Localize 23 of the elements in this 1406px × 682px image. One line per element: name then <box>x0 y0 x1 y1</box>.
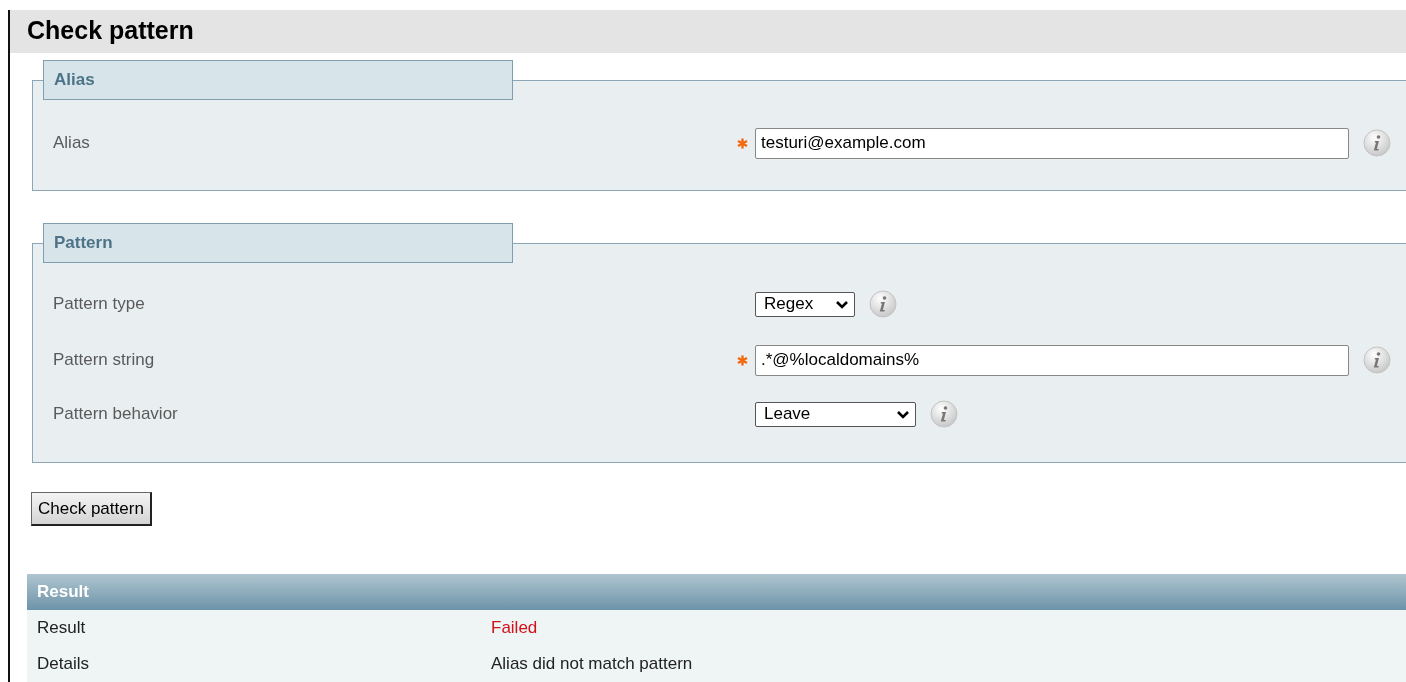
field-label: Alias <box>52 133 91 153</box>
row-value: Failed <box>491 618 538 638</box>
chevron-icon <box>835 299 849 309</box>
section-legend: Alias <box>43 60 513 100</box>
check-pattern-button[interactable]: Check pattern <box>31 492 152 526</box>
info-icon[interactable] <box>869 290 897 318</box>
section-legend: Pattern <box>43 223 513 263</box>
info-icon[interactable] <box>930 400 958 428</box>
row-label: Result <box>36 618 87 638</box>
row-label: Details <box>36 654 90 674</box>
page-title: Check pattern <box>10 10 1406 53</box>
field-label: Pattern type <box>52 294 146 314</box>
chevron-icon <box>896 409 910 419</box>
field-label: Pattern string <box>52 350 156 370</box>
table-header: Result <box>27 574 1406 610</box>
dropdown[interactable]: Leave <box>755 401 916 427</box>
info-icon[interactable] <box>1363 129 1391 157</box>
row-value: Alias did not match pattern <box>491 654 693 674</box>
info-icon[interactable] <box>1363 346 1391 374</box>
field-label: Pattern behavior <box>52 404 179 424</box>
dropdown[interactable]: Regex <box>755 291 855 317</box>
text-field[interactable]: .*@%localdomains% <box>755 344 1349 376</box>
text-field[interactable]: testuri@example.com <box>755 127 1349 159</box>
